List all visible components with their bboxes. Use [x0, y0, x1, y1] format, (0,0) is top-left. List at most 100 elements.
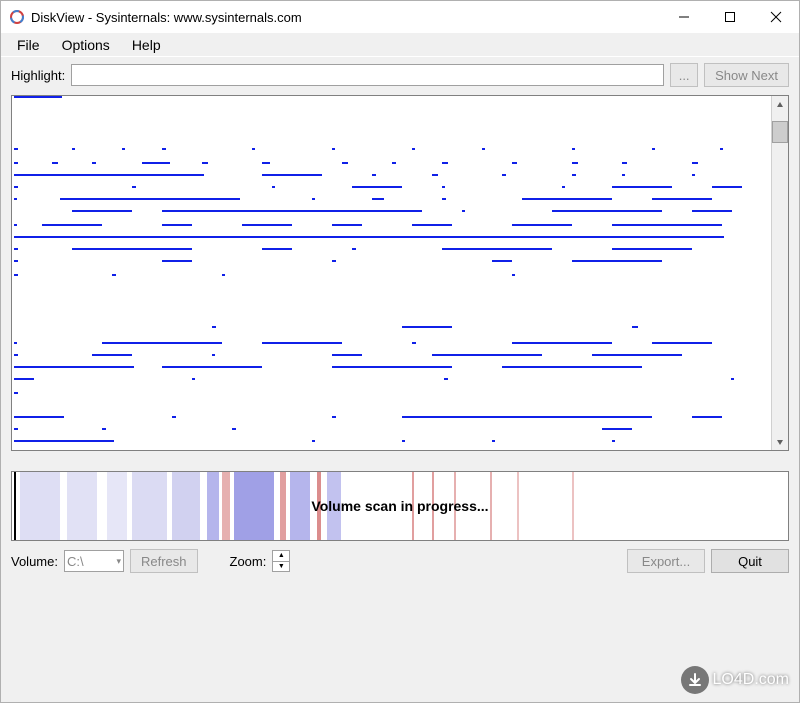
disk-segment [592, 354, 682, 356]
disk-segment [602, 428, 632, 430]
disk-segment [262, 342, 342, 344]
disk-segment [502, 174, 506, 176]
scroll-up-arrow[interactable] [772, 96, 788, 113]
disk-segment [162, 210, 422, 212]
disk-segment [572, 148, 575, 150]
window-controls [661, 1, 799, 33]
disk-segment [14, 148, 18, 150]
disk-segment [572, 174, 576, 176]
disk-segment [332, 148, 335, 150]
zoom-spinner[interactable]: ▲ ▼ [272, 550, 290, 572]
disk-segment [442, 198, 446, 200]
disk-segment [132, 186, 136, 188]
menu-help[interactable]: Help [122, 35, 171, 55]
volume-select[interactable]: C:\ ▾ [64, 550, 124, 572]
disk-map-panel [11, 95, 789, 451]
disk-segment [512, 162, 517, 164]
disk-segment [332, 260, 336, 262]
disk-segment [222, 274, 225, 276]
disk-segment [692, 210, 732, 212]
disk-segment [372, 198, 384, 200]
refresh-button[interactable]: Refresh [130, 549, 198, 573]
disk-segment [412, 342, 416, 344]
disk-segment [712, 186, 742, 188]
disk-segment [272, 186, 275, 188]
scroll-thumb[interactable] [772, 121, 788, 143]
disk-segment [444, 378, 448, 380]
disk-segment [442, 248, 552, 250]
disk-map[interactable] [12, 96, 771, 450]
disk-segment [232, 428, 236, 430]
zoom-up[interactable]: ▲ [273, 551, 289, 561]
disk-segment [332, 366, 452, 368]
browse-button[interactable]: ... [670, 63, 698, 87]
disk-segment [14, 416, 64, 418]
disk-segment [552, 210, 662, 212]
disk-segment [72, 210, 132, 212]
disk-segment [14, 96, 62, 98]
disk-segment [432, 174, 438, 176]
zoom-label: Zoom: [230, 554, 267, 569]
disk-segment [692, 416, 722, 418]
highlight-label: Highlight: [11, 68, 65, 83]
disk-segment [612, 248, 692, 250]
disk-segment [262, 162, 270, 164]
disk-segment [14, 392, 18, 394]
scroll-track[interactable] [772, 113, 788, 433]
disk-segment [402, 440, 405, 442]
close-button[interactable] [753, 1, 799, 33]
maximize-button[interactable] [707, 1, 753, 33]
disk-segment [352, 186, 402, 188]
disk-segment [242, 224, 292, 226]
disk-segment [42, 224, 102, 226]
disk-segment [692, 174, 695, 176]
disk-segment [192, 378, 195, 380]
disk-segment [72, 248, 192, 250]
disk-segment [402, 326, 452, 328]
disk-segment [731, 378, 734, 380]
disk-segment [252, 148, 255, 150]
menu-file[interactable]: File [7, 35, 50, 55]
disk-segment [652, 198, 712, 200]
highlight-input[interactable] [71, 64, 664, 86]
disk-segment [432, 354, 542, 356]
menu-options[interactable]: Options [52, 35, 120, 55]
disk-segment [122, 148, 125, 150]
disk-segment [14, 198, 17, 200]
disk-segment [14, 366, 134, 368]
disk-segment [102, 428, 106, 430]
disk-segment [332, 354, 362, 356]
volume-select-value: C:\ [67, 554, 84, 569]
chevron-down-icon: ▾ [116, 556, 121, 567]
disk-segment [14, 224, 17, 226]
menubar: File Options Help [1, 33, 799, 57]
disk-segment [262, 248, 292, 250]
disk-segment [562, 186, 565, 188]
app-window: DiskView - Sysinternals: www.sysinternal… [0, 0, 800, 703]
disk-segment [632, 326, 638, 328]
quit-button[interactable]: Quit [711, 549, 789, 573]
disk-segment [212, 326, 216, 328]
disk-segment [102, 342, 222, 344]
vertical-scrollbar[interactable] [771, 96, 788, 450]
disk-segment [492, 260, 512, 262]
minimize-button[interactable] [661, 1, 707, 33]
disk-segment [332, 224, 362, 226]
disk-segment [142, 162, 170, 164]
disk-segment [612, 224, 722, 226]
export-button[interactable]: Export... [627, 549, 705, 573]
disk-segment [14, 174, 204, 176]
show-next-button[interactable]: Show Next [704, 63, 789, 87]
disk-segment [332, 416, 336, 418]
disk-segment [442, 162, 448, 164]
disk-segment [14, 354, 18, 356]
titlebar[interactable]: DiskView - Sysinternals: www.sysinternal… [1, 1, 799, 33]
disk-segment [442, 186, 445, 188]
disk-segment [372, 174, 376, 176]
disk-segment [512, 224, 572, 226]
disk-segment [14, 162, 18, 164]
disk-segment [14, 248, 18, 250]
disk-segment [692, 162, 698, 164]
zoom-down[interactable]: ▼ [273, 561, 289, 572]
scroll-down-arrow[interactable] [772, 433, 788, 450]
